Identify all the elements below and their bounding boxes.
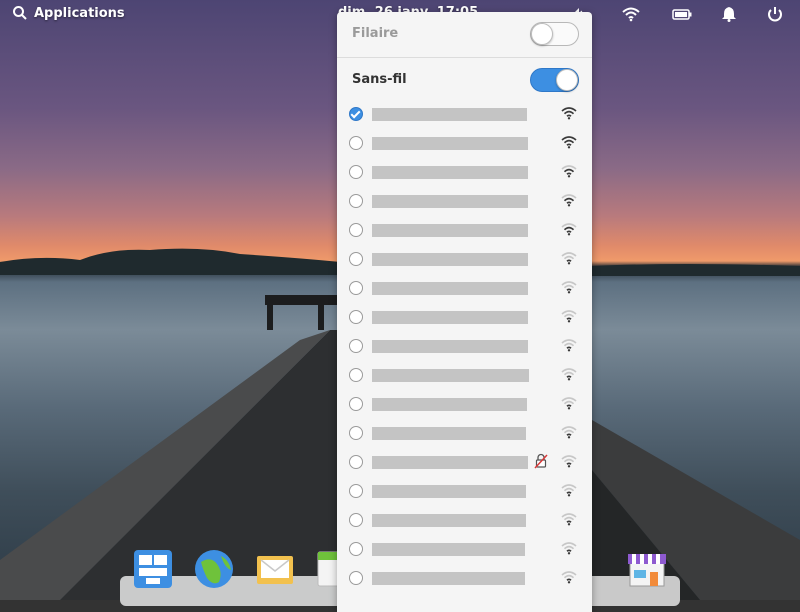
wifi-network-item[interactable] [337,390,592,419]
wifi-network-item[interactable] [337,158,592,187]
wifi-signal-icon [561,513,577,526]
wireless-toggle[interactable] [530,68,579,92]
wifi-signal-icon [561,194,577,207]
wireless-toggle-knob [556,69,578,91]
wifi-network-item[interactable] [337,506,592,535]
network-radio[interactable] [349,136,363,150]
wifi-network-item[interactable] [337,448,592,477]
wifi-signal-icon [561,368,577,381]
network-name-redacted [372,485,526,498]
network-name-redacted [372,282,528,295]
wifi-signal-icon [561,252,577,265]
network-radio[interactable] [349,542,363,556]
wifi-signal-icon [561,107,577,120]
network-name-redacted [372,369,529,382]
network-radio[interactable] [349,165,363,179]
wifi-network-item[interactable] [337,216,592,245]
applications-menu-button[interactable]: Applications [12,5,125,21]
wifi-network-item[interactable] [337,477,592,506]
network-name-redacted [372,311,528,324]
wifi-signal-icon [561,455,577,468]
network-radio[interactable] [349,484,363,498]
network-wifi-icon[interactable] [622,6,640,22]
network-popover: Filaire Sans-fil [337,12,592,612]
wifi-signal-icon [561,281,577,294]
wifi-signal-icon [561,165,577,178]
wifi-network-item[interactable] [337,535,592,564]
network-name-redacted [372,398,527,411]
network-radio[interactable] [349,513,363,527]
wifi-signal-icon [561,484,577,497]
wifi-network-item[interactable] [337,564,592,593]
battery-icon[interactable] [672,6,692,22]
wireless-row: Sans-fil [337,58,592,102]
wifi-network-item[interactable] [337,187,592,216]
network-radio[interactable] [349,223,363,237]
network-name-redacted [372,514,526,527]
wifi-signal-icon [561,571,577,584]
network-name-redacted [372,456,528,469]
wifi-network-item[interactable] [337,332,592,361]
network-radio[interactable] [349,455,363,469]
insecure-lock-icon [534,453,548,469]
network-name-redacted [372,195,528,208]
wifi-network-item[interactable] [337,129,592,158]
network-radio[interactable] [349,397,363,411]
wifi-signal-icon [561,310,577,323]
network-name-redacted [372,427,526,440]
network-radio[interactable] [349,571,363,585]
network-name-redacted [372,108,527,121]
wifi-signal-icon [561,136,577,149]
notifications-bell-icon[interactable] [720,6,738,22]
wired-row: Filaire [337,12,592,56]
connected-check-icon[interactable] [349,107,363,121]
multitasking-view-icon[interactable] [132,548,174,590]
wifi-network-item[interactable] [337,274,592,303]
wired-toggle[interactable] [530,22,579,46]
wireless-label: Sans-fil [352,72,407,87]
wifi-network-item[interactable] [337,361,592,390]
wifi-signal-icon [561,426,577,439]
network-name-redacted [372,572,525,585]
network-name-redacted [372,166,528,179]
wifi-network-item[interactable] [337,100,592,129]
network-name-redacted [372,224,528,237]
network-name-redacted [372,543,525,556]
wired-label: Filaire [352,26,399,41]
network-radio[interactable] [349,252,363,266]
wired-toggle-knob [531,23,553,45]
network-radio[interactable] [349,194,363,208]
network-radio[interactable] [349,339,363,353]
wifi-signal-icon [561,397,577,410]
applications-label: Applications [34,5,125,21]
network-radio[interactable] [349,281,363,295]
wifi-signal-icon [561,223,577,236]
network-name-redacted [372,340,528,353]
wifi-signal-icon [561,542,577,555]
wifi-network-item[interactable] [337,303,592,332]
network-radio[interactable] [349,368,363,382]
network-radio[interactable] [349,426,363,440]
wifi-signal-icon [561,339,577,352]
wifi-network-item[interactable] [337,245,592,274]
network-radio[interactable] [349,310,363,324]
power-icon[interactable] [766,6,784,22]
web-browser-icon[interactable] [193,548,235,590]
network-name-redacted [372,253,528,266]
wifi-network-item[interactable] [337,419,592,448]
search-icon [13,6,27,20]
mail-icon[interactable] [254,548,296,590]
network-name-redacted [372,137,528,150]
app-center-icon[interactable] [626,548,668,590]
